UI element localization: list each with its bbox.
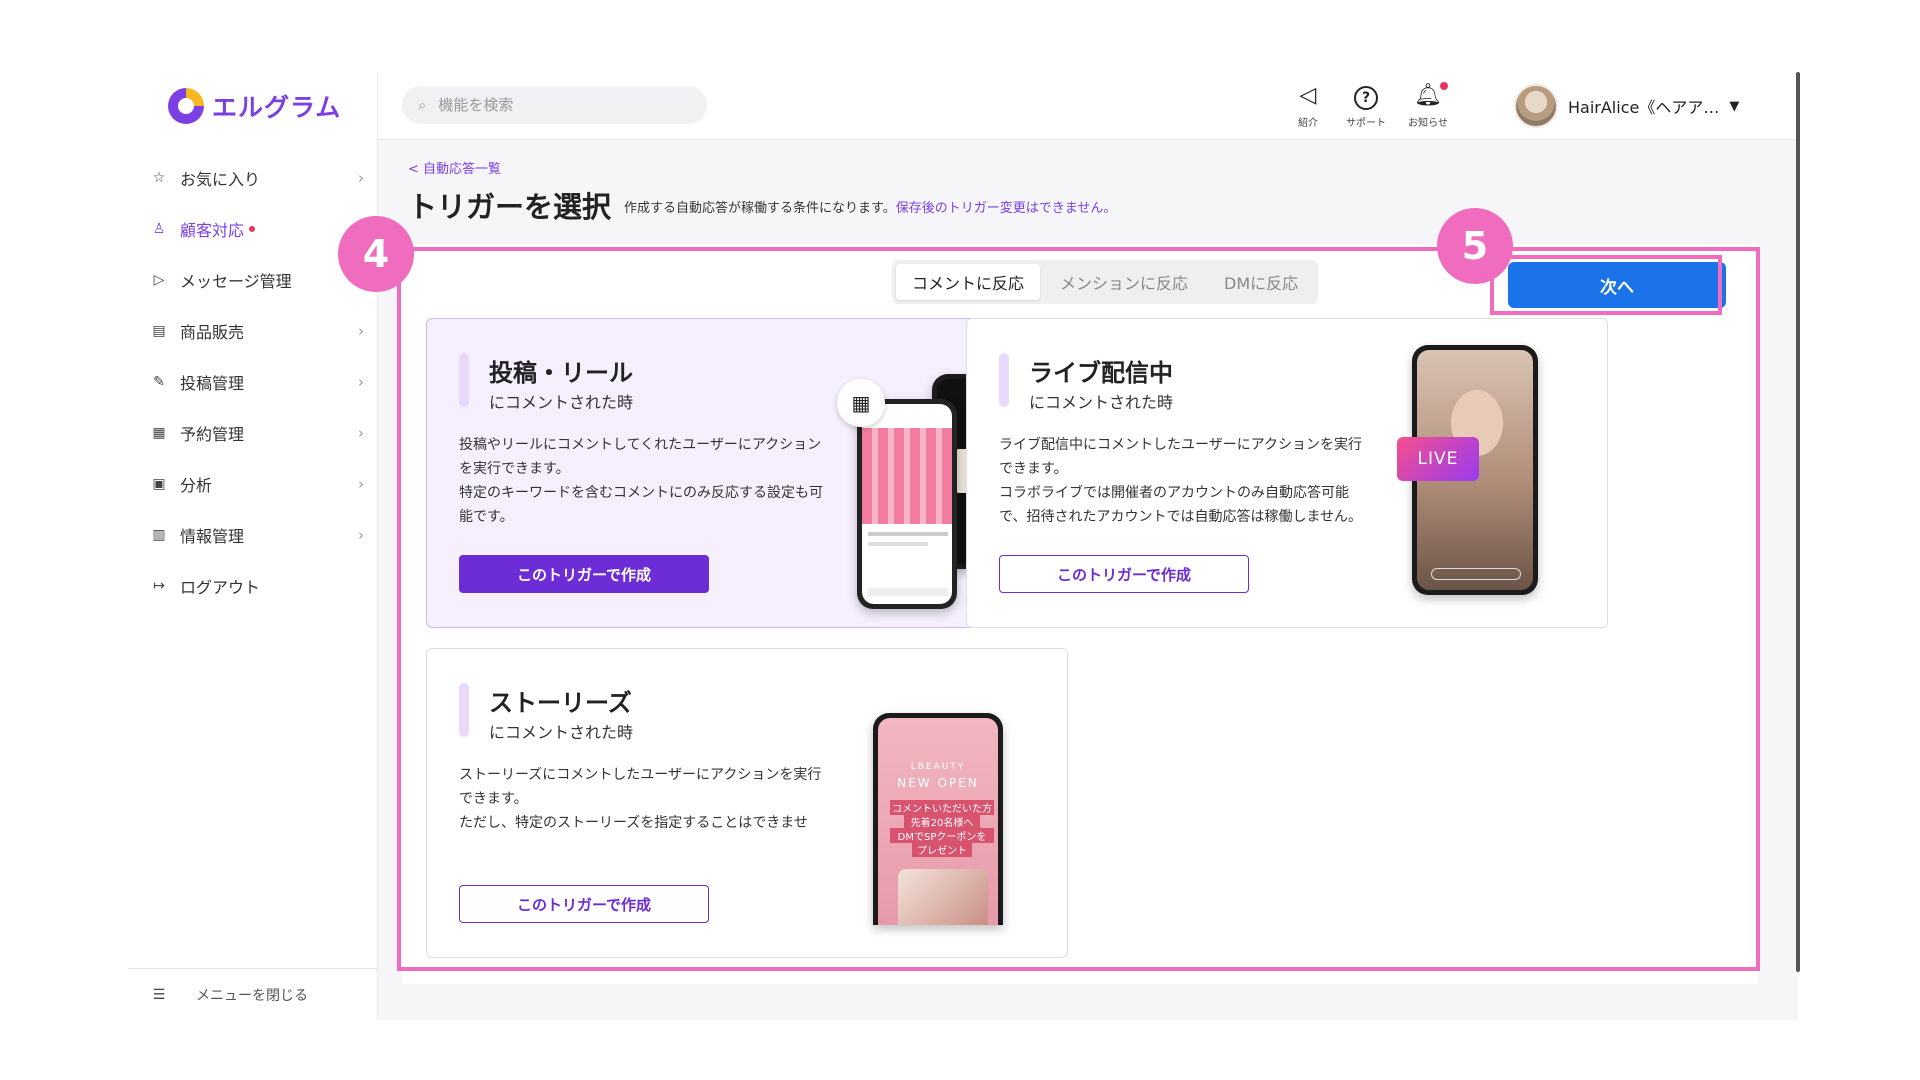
- megaphone-icon: ◁: [1299, 83, 1317, 108]
- sidebar-item-reservations[interactable]: ▦ 予約管理 ›: [128, 407, 378, 458]
- menu-collapse-icon: ☰: [152, 986, 166, 1003]
- logout-icon: ↦: [153, 577, 165, 594]
- page-description: 作成する自動応答が稼働する条件になります。保存後のトリガー変更はできません。: [624, 197, 1116, 216]
- sidebar-item-favorites[interactable]: ☆ お気に入り ›: [128, 152, 378, 203]
- page-scrollbar[interactable]: [1796, 72, 1800, 972]
- sidebar-item-posts[interactable]: ✎ 投稿管理 ›: [128, 356, 378, 407]
- sidebar-item-label: メッセージ管理: [180, 271, 292, 291]
- support-label: サポート: [1346, 118, 1386, 129]
- sidebar-item-label: 情報管理: [180, 526, 245, 546]
- sidebar-item-label: 分析: [180, 475, 213, 495]
- logo-text: エルグラム: [212, 93, 342, 122]
- chevron-right-icon: ›: [358, 525, 364, 544]
- notification-dot: [249, 225, 256, 232]
- sidebar-item-sales[interactable]: ▤ 商品販売 ›: [128, 305, 378, 356]
- sidebar-item-info[interactable]: ▥ 情報管理 ›: [128, 509, 378, 560]
- sidebar-item-label: お気に入り: [180, 169, 261, 189]
- sidebar-item-analytics[interactable]: ▣ 分析 ›: [128, 458, 378, 509]
- store-icon: ▤: [152, 322, 166, 339]
- page-description-text: 作成する自動応答が稼働する条件になります。: [624, 201, 896, 216]
- avatar: [1514, 84, 1558, 128]
- star-icon: ☆: [152, 169, 166, 186]
- chart-icon: ▥: [152, 526, 166, 543]
- sidebar-item-label: ログアウト: [180, 577, 261, 597]
- analytics-icon: ▣: [152, 475, 166, 492]
- person-icon: ♙: [152, 220, 166, 237]
- page-description-warning: 保存後のトリガー変更はできません。: [895, 201, 1117, 216]
- sidebar-item-logout[interactable]: ↦ ログアウト: [128, 560, 378, 611]
- chevron-right-icon: ›: [358, 321, 364, 340]
- collapse-menu-label: メニューを閉じる: [196, 987, 308, 1004]
- bell-icon: 🔔︎: [1414, 82, 1448, 110]
- highlight-next-button: [1490, 255, 1722, 315]
- intro-label: 紹介: [1298, 118, 1318, 129]
- logo-icon: [168, 88, 204, 124]
- edit-icon: ✎: [153, 373, 165, 390]
- page-title: トリガーを選択: [408, 190, 612, 224]
- step-5-marker: 5: [1437, 208, 1513, 284]
- chevron-right-icon: ›: [358, 168, 364, 187]
- sidebar-item-label: 顧客対応: [180, 220, 245, 240]
- send-icon: ▷: [153, 271, 165, 288]
- breadcrumb[interactable]: < 自動応答一覧: [408, 158, 501, 177]
- search-box[interactable]: ⌕: [402, 86, 707, 124]
- intro-button[interactable]: ◁ 紹介: [1278, 82, 1338, 129]
- step-4-marker: 4: [338, 216, 414, 292]
- search-input[interactable]: [438, 96, 679, 114]
- chevron-down-icon: ▼: [1729, 98, 1740, 114]
- collapse-menu-button[interactable]: ☰ メニューを閉じる: [128, 968, 378, 1020]
- notifications-label: お知らせ: [1408, 118, 1448, 129]
- chevron-right-icon: ›: [358, 423, 364, 442]
- chevron-right-icon: ›: [358, 372, 364, 391]
- sidebar-item-label: 投稿管理: [180, 373, 245, 393]
- sidebar-nav: ☆ お気に入り › ♙ 顧客対応 ▷ メッセージ管理 ▤ 商品販売 › ✎ 投稿…: [128, 152, 378, 611]
- chevron-right-icon: ›: [358, 474, 364, 493]
- top-header: ⌕ ◁ 紹介 ? サポート 🔔︎ お知らせ HairAlice《ヘアア… ▼: [378, 72, 1798, 140]
- sidebar: エルグラム ☆ お気に入り › ♙ 顧客対応 ▷ メッセージ管理 ▤ 商品販売 …: [128, 72, 378, 1020]
- account-menu[interactable]: HairAlice《ヘアア… ▼: [1514, 84, 1739, 128]
- account-name: HairAlice《ヘアア…: [1568, 98, 1720, 117]
- sidebar-item-label: 商品販売: [180, 322, 245, 342]
- app-logo[interactable]: エルグラム: [168, 88, 341, 124]
- notifications-button[interactable]: 🔔︎ お知らせ: [1398, 82, 1458, 129]
- highlight-trigger-area: [397, 247, 1760, 971]
- support-button[interactable]: ? サポート: [1336, 82, 1396, 129]
- sidebar-item-label: 予約管理: [180, 424, 245, 444]
- search-icon: ⌕: [418, 96, 427, 114]
- calendar-icon: ▦: [152, 424, 166, 441]
- help-icon: ?: [1354, 82, 1378, 110]
